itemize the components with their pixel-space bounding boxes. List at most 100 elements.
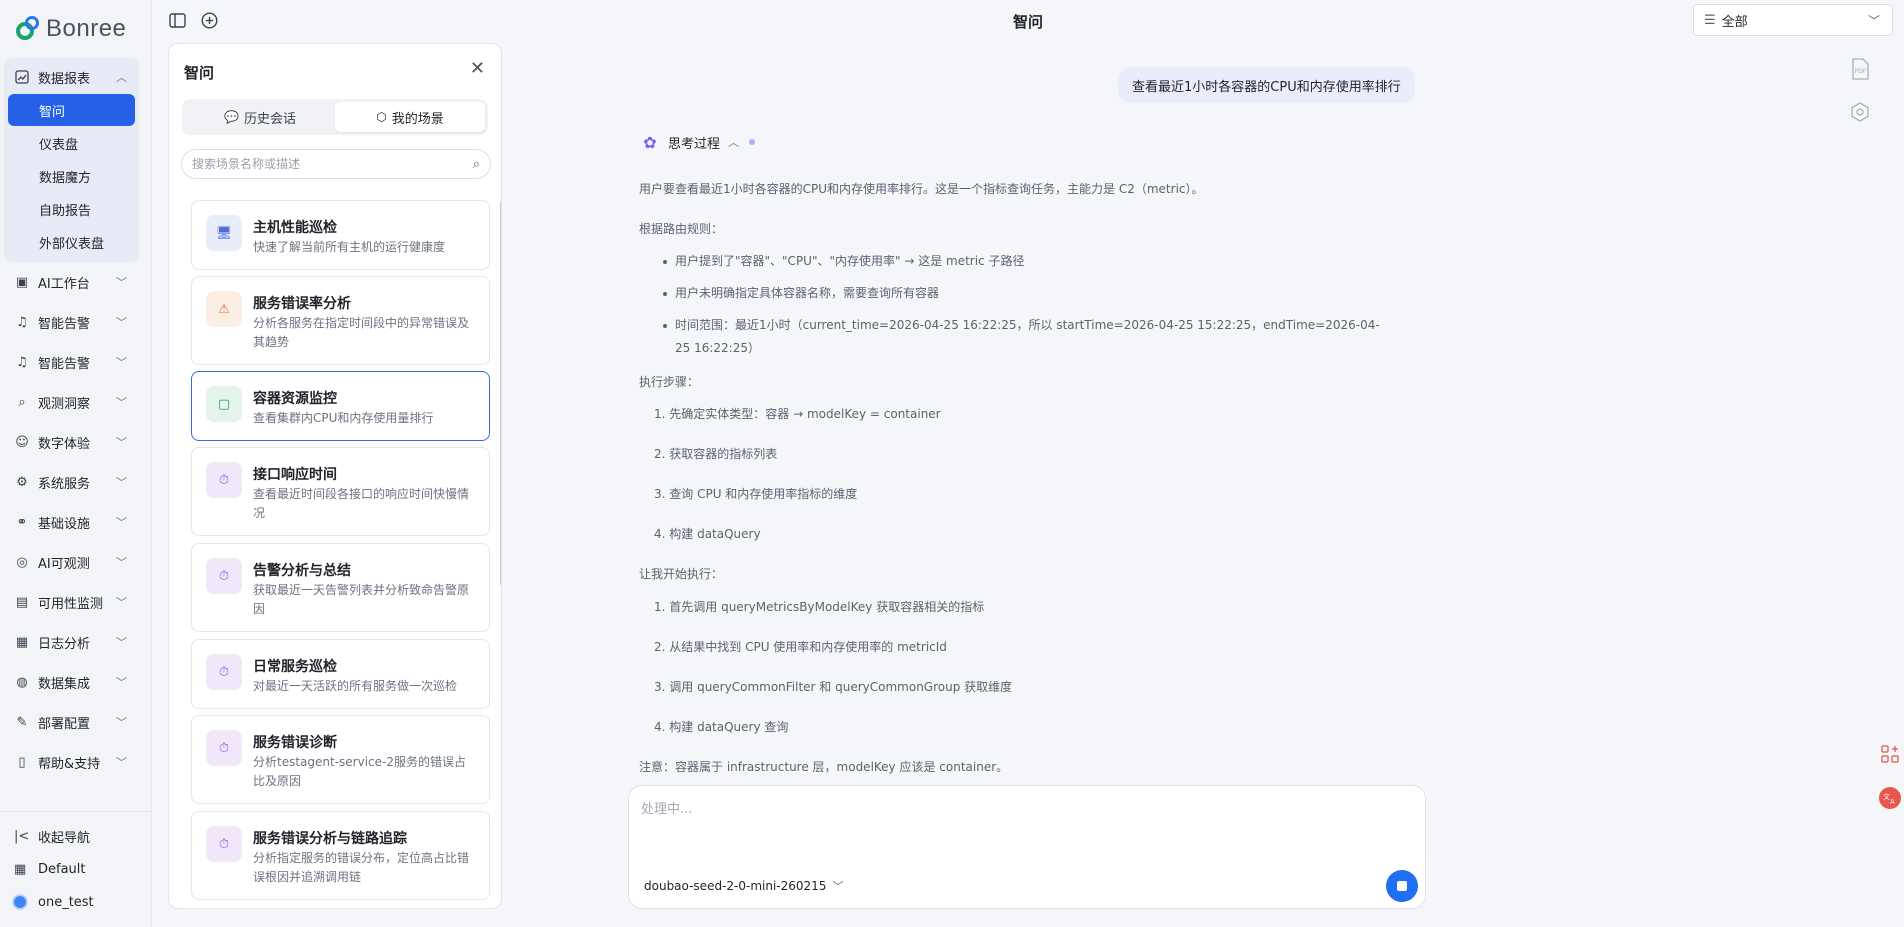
nav-group-system-service[interactable]: ⚙ 系统服务 ﹀ [0, 464, 152, 500]
thinking-toggle[interactable]: ✿ 思考过程 ︿ [640, 132, 756, 152]
scene-card-title: 服务错误诊断 [253, 735, 337, 751]
ai-observe-icon: ◎ [16, 554, 28, 570]
nav-group-label: 智能告警 [38, 316, 91, 332]
timer-icon: ⏱ [206, 826, 242, 862]
translate-icon[interactable]: 文A [1879, 787, 1901, 809]
scene-card[interactable]: ⚠ 服务错误率分析 分析各服务在指定时间段中的异常错误及其趋势 [191, 276, 490, 365]
message-input[interactable] [641, 798, 1411, 838]
thinking-bullet: 用户提到了"容器"、"CPU"、"内存使用率" → 这是 metric 子路径 [662, 252, 1024, 271]
model-cube-icon[interactable] [1849, 101, 1871, 123]
pdf-export-icon[interactable]: PDF [1849, 58, 1871, 80]
scope-select-value: 全部 [1721, 14, 1748, 30]
scene-card-title: 接口响应时间 [253, 467, 337, 483]
chevron-down-icon: ﹀ [116, 316, 127, 329]
search-icon[interactable]: ⌕ [473, 157, 480, 172]
thinking-heading: 根据路由规则： [639, 222, 724, 236]
help-icon: ▯ [18, 754, 26, 770]
scope-select[interactable]: ☰ 全部 ﹀ [1693, 4, 1893, 36]
sidebar: Bonree 数据报表 ︿ 智问 仪表盘 数据魔方 自助报告 外部仪表盘 ▣ AI… [0, 0, 152, 927]
page-title: 智问 [1012, 13, 1043, 31]
thinking-step: 3. 查询 CPU 和内存使用率指标的维度 [654, 487, 858, 501]
nav-group-label: 基础设施 [38, 516, 91, 532]
model-select-value: doubao-seed-2-0-mini-260215 [644, 879, 827, 893]
sidebar-item-dashboard[interactable]: 仪表盘 [8, 127, 135, 159]
workspace-switcher[interactable]: ▦ Default [0, 853, 152, 885]
stop-generation-button[interactable] [1386, 870, 1418, 902]
monitor-icon: 🖥 [206, 215, 242, 251]
scene-card-desc: 对最近一天活跃的所有服务做一次巡检 [253, 679, 458, 693]
panel-scrollbar[interactable] [500, 201, 501, 586]
thinking-step: 1. 先确定实体类型：容器 → modelKey = container [654, 407, 941, 421]
scene-card[interactable]: ⏱ 服务错误分析与链路追踪 分析指定服务的错误分布，定位高占比错误根因并追溯调用… [191, 811, 490, 900]
sidebar-item-self-report[interactable]: 自助报告 [8, 193, 135, 225]
nav-group-insight[interactable]: ⌕ 观测洞察 ﹀ [0, 384, 152, 420]
nav-group-label: 系统服务 [38, 476, 91, 492]
ai-workbench-icon: ▣ [15, 274, 29, 290]
nav-group-alert[interactable]: ♫ 智能告警 ﹀ [0, 304, 152, 340]
apps-icon[interactable] [1879, 743, 1901, 765]
bonree-logo-icon [14, 14, 44, 44]
chart-icon [14, 69, 30, 85]
nav-group-data-report[interactable]: 数据报表 ︿ [0, 59, 152, 95]
nav-group-label: 数据集成 [38, 676, 91, 692]
thinking-note: 注意：容器属于 infrastructure 层，modelKey 应该是 co… [639, 760, 1009, 774]
top-bar: 智问 ☰ 全部 ﹀ [152, 0, 1904, 40]
nav-group-alert-2[interactable]: ♫ 智能告警 ﹀ [0, 344, 152, 380]
avatar [12, 894, 28, 910]
log-icon: ▦ [15, 634, 29, 650]
nav-group-digital-experience[interactable]: ☺ 数字体验 ﹀ [0, 424, 152, 460]
ai-sparkle-icon: ✿ [643, 132, 657, 152]
chevron-down-icon: ﹀ [116, 436, 127, 449]
sidebar-item-data-cube[interactable]: 数据魔方 [8, 160, 135, 192]
scene-card-desc: 查看集群内CPU和内存使用量排行 [253, 411, 434, 425]
nav-group-label: 智能告警 [38, 356, 91, 372]
nav-group-label: 数字体验 [38, 436, 91, 452]
scene-card-desc: 快速了解当前所有主机的运行健康度 [253, 240, 446, 254]
chevron-down-icon: ﹀ [116, 276, 127, 289]
scene-card[interactable]: ⏱ 告警分析与总结 获取最近一天告警列表并分析致命告警原因 [191, 543, 490, 632]
scene-card-title: 服务错误率分析 [253, 296, 351, 312]
scene-search-input[interactable] [192, 157, 452, 171]
nav-group-label: AI可观测 [38, 556, 90, 572]
thinking-step: 4. 构建 dataQuery [654, 527, 761, 541]
scene-card[interactable]: ⏱ 接口响应时间 查看最近时间段各接口的响应时间快慢情况 [191, 447, 490, 536]
chevron-down-icon: ﹀ [116, 596, 127, 609]
nav-group-deploy[interactable]: ✎ 部署配置 ﹀ [0, 704, 152, 740]
panel-title: 智问 [184, 64, 215, 82]
nav-group-label: 可用性监测 [38, 596, 104, 612]
nav-group-help[interactable]: ▯ 帮助&支持 ﹀ [0, 744, 152, 780]
close-icon[interactable]: ✕ [470, 58, 485, 79]
scene-card-desc: 分析指定服务的错误分布，定位高占比错误根因并追溯调用链 [253, 851, 470, 884]
scene-card[interactable]: ⏱ 日常服务巡检 对最近一天活跃的所有服务做一次巡检 [191, 639, 490, 709]
nav-group-integration[interactable]: ◍ 数据集成 ﹀ [0, 664, 152, 700]
thinking-step: 4. 构建 dataQuery 查询 [654, 720, 789, 734]
sidebar-item-label: 自助报告 [39, 203, 92, 219]
thinking-bullet: 时间范围：最近1小时（current_time=2026-04-25 16:22… [663, 316, 1380, 335]
sidebar-item-external-dashboard[interactable]: 外部仪表盘 [8, 226, 135, 258]
brand-logo[interactable]: Bonree [14, 12, 126, 46]
chevron-down-icon: ﹀ [116, 756, 127, 769]
model-select[interactable]: doubao-seed-2-0-mini-260215 ﹀ [644, 878, 843, 894]
scene-card[interactable]: ⏱ 服务错误诊断 分析testagent-service-2服务的错误占比及原因 [191, 715, 490, 804]
user-menu[interactable]: one_test [0, 886, 152, 918]
nav-group-log[interactable]: ▦ 日志分析 ﹀ [0, 624, 152, 660]
scene-card-title: 日常服务巡检 [253, 659, 337, 675]
thinking-heading: 让我开始执行： [639, 567, 724, 581]
tab-label: 我的场景 [391, 111, 444, 127]
list-icon: ☰ [1704, 12, 1716, 28]
nav-group-ai-workbench[interactable]: ▣ AI工作台 ﹀ [0, 264, 152, 300]
sidebar-footer: |< 收起导航 ▦ Default one_test [0, 811, 152, 927]
nav-group-availability[interactable]: ▤ 可用性监测 ﹀ [0, 584, 152, 620]
timer-icon: ⏱ [206, 462, 242, 498]
tab-my-scenes[interactable]: ⬡ 我的场景 [335, 102, 485, 132]
sidebar-item-zhiwen[interactable]: 智问 [8, 94, 135, 126]
scene-card-selected[interactable]: ▢ 容器资源监控 查看集群内CPU和内存使用量排行 [191, 371, 490, 441]
user-message: 查看最近1小时各容器的CPU和内存使用率排行 [1118, 67, 1415, 103]
nav-group-ai-observe[interactable]: ◎ AI可观测 ﹀ [0, 544, 152, 580]
scene-card[interactable]: 🖥 主机性能巡检 快速了解当前所有主机的运行健康度 [191, 200, 490, 270]
nav-group-infrastructure[interactable]: ⚭ 基础设施 ﹀ [0, 504, 152, 540]
insight-icon: ⌕ [18, 394, 26, 410]
tab-history[interactable]: 💬 历史会话 [185, 102, 335, 132]
deploy-icon: ✎ [16, 714, 28, 730]
collapse-nav-button[interactable]: |< 收起导航 [0, 820, 152, 852]
